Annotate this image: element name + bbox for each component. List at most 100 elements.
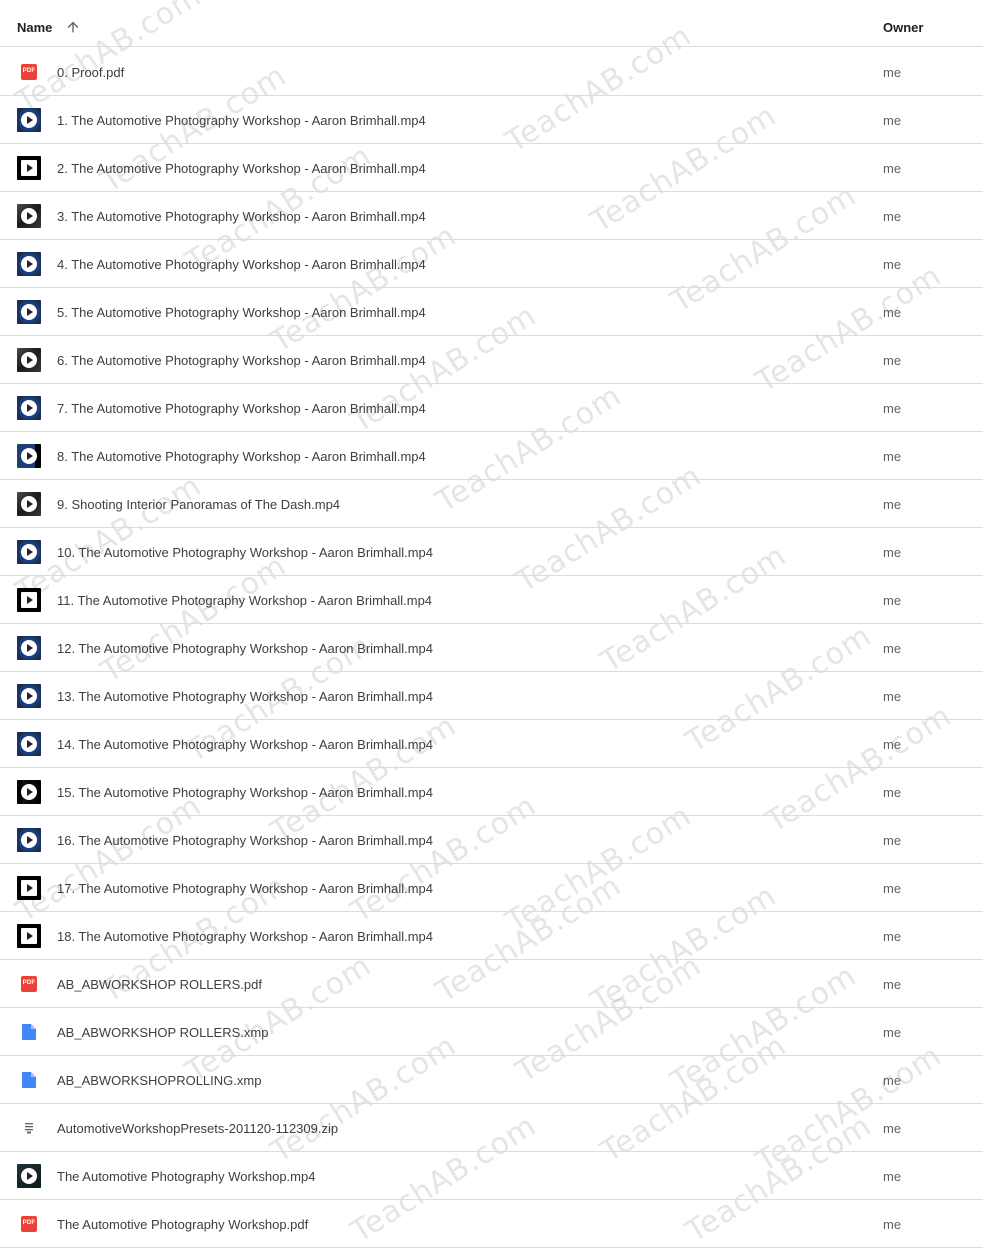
file-name[interactable]: 4. The Automotive Photography Workshop -… — [57, 257, 426, 272]
file-row[interactable]: 5. The Automotive Photography Workshop -… — [0, 288, 983, 336]
file-owner: me — [883, 1169, 902, 1184]
file-owner: me — [883, 65, 902, 80]
file-row[interactable]: AB_ABWORKSHOP ROLLERS.xmp me — [0, 1008, 983, 1056]
file-owner: me — [883, 1217, 902, 1232]
play-icon — [21, 880, 37, 896]
file-name[interactable]: 6. The Automotive Photography Workshop -… — [57, 353, 426, 368]
file-name[interactable]: 11. The Automotive Photography Workshop … — [57, 593, 432, 608]
file-row[interactable]: AB_ABWORKSHOPROLLING.xmp me — [0, 1056, 983, 1104]
video-thumbnail-icon — [17, 396, 41, 420]
video-thumbnail-icon — [17, 684, 41, 708]
play-icon — [21, 400, 37, 416]
play-icon — [21, 544, 37, 560]
video-thumbnail-icon — [17, 300, 41, 324]
file-row[interactable]: 15. The Automotive Photography Workshop … — [0, 768, 983, 816]
file-name[interactable]: 3. The Automotive Photography Workshop -… — [57, 209, 426, 224]
file-row[interactable]: 2. The Automotive Photography Workshop -… — [0, 144, 983, 192]
file-name[interactable]: 9. Shooting Interior Panoramas of The Da… — [57, 497, 340, 512]
document-file-icon — [22, 1072, 36, 1088]
file-owner: me — [883, 689, 902, 704]
owner-column-header[interactable]: Owner — [883, 20, 923, 35]
file-owner: me — [883, 113, 902, 128]
file-row[interactable]: 18. The Automotive Photography Workshop … — [0, 912, 983, 960]
video-thumbnail-icon — [17, 828, 41, 852]
file-row[interactable]: 4. The Automotive Photography Workshop -… — [0, 240, 983, 288]
file-row[interactable]: PDF 0. Proof.pdf me — [0, 48, 983, 96]
name-column-header[interactable]: Name — [17, 20, 52, 35]
file-name[interactable]: 13. The Automotive Photography Workshop … — [57, 689, 433, 704]
file-owner: me — [883, 209, 902, 224]
file-row[interactable]: 8. The Automotive Photography Workshop -… — [0, 432, 983, 480]
file-row[interactable]: 3. The Automotive Photography Workshop -… — [0, 192, 983, 240]
file-name[interactable]: AB_ABWORKSHOP ROLLERS.pdf — [57, 977, 262, 992]
file-row[interactable]: AutomotiveWorkshopPresets-201120-112309.… — [0, 1104, 983, 1152]
pdf-badge-label: PDF — [22, 1220, 36, 1226]
file-owner: me — [883, 257, 902, 272]
file-owner: me — [883, 929, 902, 944]
file-name[interactable]: AB_ABWORKSHOPROLLING.xmp — [57, 1073, 261, 1088]
file-name[interactable]: The Automotive Photography Workshop.pdf — [57, 1217, 308, 1232]
play-icon — [21, 448, 37, 464]
file-name[interactable]: 1. The Automotive Photography Workshop -… — [57, 113, 426, 128]
file-row[interactable]: 13. The Automotive Photography Workshop … — [0, 672, 983, 720]
file-row[interactable]: 6. The Automotive Photography Workshop -… — [0, 336, 983, 384]
file-name[interactable]: 10. The Automotive Photography Workshop … — [57, 545, 433, 560]
file-row[interactable]: 16. The Automotive Photography Workshop … — [0, 816, 983, 864]
document-file-icon — [22, 1024, 36, 1040]
file-row[interactable]: The Automotive Photography Workshop.mp4 m… — [0, 1152, 983, 1200]
file-name[interactable]: 12. The Automotive Photography Workshop … — [57, 641, 433, 656]
file-owner: me — [883, 977, 902, 992]
file-owner: me — [883, 449, 902, 464]
video-thumbnail-icon — [17, 924, 41, 948]
file-name[interactable]: 8. The Automotive Photography Workshop -… — [57, 449, 426, 464]
play-icon — [21, 160, 37, 176]
video-thumbnail-icon — [17, 444, 41, 468]
file-owner: me — [883, 545, 902, 560]
file-owner: me — [883, 593, 902, 608]
file-row[interactable]: 11. The Automotive Photography Workshop … — [0, 576, 983, 624]
file-name[interactable]: The Automotive Photography Workshop.mp4 — [57, 1169, 315, 1184]
file-row[interactable]: 12. The Automotive Photography Workshop … — [0, 624, 983, 672]
play-icon — [21, 352, 37, 368]
file-name[interactable]: AutomotiveWorkshopPresets-201120-112309.… — [57, 1121, 338, 1136]
file-list: PDF 0. Proof.pdf me 1. The Automotive Photo… — [0, 48, 983, 1248]
file-name[interactable]: 2. The Automotive Photography Workshop -… — [57, 161, 426, 176]
archive-file-icon — [25, 1123, 33, 1134]
pdf-file-icon: PDF — [21, 1216, 37, 1232]
video-thumbnail-icon — [17, 492, 41, 516]
file-owner: me — [883, 161, 902, 176]
play-icon — [21, 496, 37, 512]
file-list-header: Name Owner — [0, 0, 983, 47]
file-row[interactable]: PDF The Automotive Photography Workshop.p… — [0, 1200, 983, 1248]
video-thumbnail-icon — [17, 1164, 41, 1188]
file-name[interactable]: 16. The Automotive Photography Workshop … — [57, 833, 433, 848]
play-icon — [21, 592, 37, 608]
play-icon — [21, 928, 37, 944]
file-owner: me — [883, 785, 902, 800]
file-name[interactable]: 0. Proof.pdf — [57, 65, 124, 80]
file-row[interactable]: 14. The Automotive Photography Workshop … — [0, 720, 983, 768]
file-name[interactable]: 7. The Automotive Photography Workshop -… — [57, 401, 426, 416]
video-thumbnail-icon — [17, 204, 41, 228]
file-row[interactable]: 10. The Automotive Photography Workshop … — [0, 528, 983, 576]
drive-file-list-page: TeachAB.com TeachAB.com TeachAB.com TeachAB… — [0, 0, 983, 1248]
video-thumbnail-icon — [17, 732, 41, 756]
play-icon — [21, 688, 37, 704]
file-name[interactable]: 15. The Automotive Photography Workshop … — [57, 785, 433, 800]
file-row[interactable]: PDF AB_ABWORKSHOP ROLLERS.pdf me — [0, 960, 983, 1008]
file-name[interactable]: 17. The Automotive Photography Workshop … — [57, 881, 433, 896]
file-row[interactable]: 17. The Automotive Photography Workshop … — [0, 864, 983, 912]
arrow-upward-icon[interactable] — [65, 19, 81, 35]
pdf-badge-label: PDF — [22, 68, 36, 74]
file-owner: me — [883, 833, 902, 848]
file-row[interactable]: 9. Shooting Interior Panoramas of The Da… — [0, 480, 983, 528]
file-row[interactable]: 7. The Automotive Photography Workshop -… — [0, 384, 983, 432]
file-name[interactable]: 14. The Automotive Photography Workshop … — [57, 737, 433, 752]
file-row[interactable]: 1. The Automotive Photography Workshop -… — [0, 96, 983, 144]
file-name[interactable]: 5. The Automotive Photography Workshop -… — [57, 305, 426, 320]
play-icon — [21, 256, 37, 272]
file-name[interactable]: AB_ABWORKSHOP ROLLERS.xmp — [57, 1025, 268, 1040]
video-thumbnail-icon — [17, 636, 41, 660]
file-name[interactable]: 18. The Automotive Photography Workshop … — [57, 929, 433, 944]
video-thumbnail-icon — [17, 348, 41, 372]
